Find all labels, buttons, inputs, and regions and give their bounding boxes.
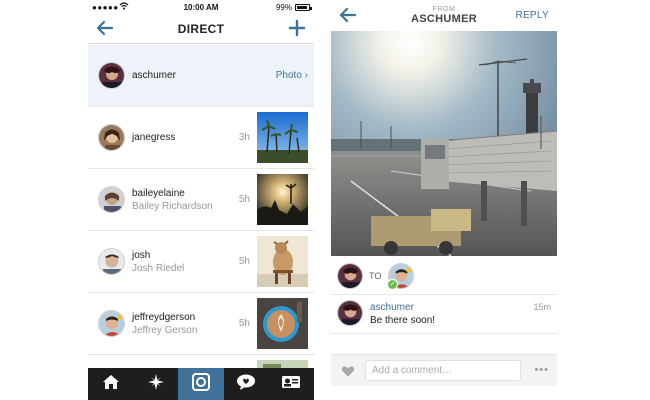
thread-time: 5h xyxy=(238,194,250,205)
comment-time: 15m xyxy=(533,302,551,312)
photo-link[interactable]: Photo › xyxy=(276,70,308,81)
comment-text: Be there soon! xyxy=(370,315,436,326)
avatar xyxy=(98,124,125,151)
new-message-plus-icon[interactable] xyxy=(286,18,308,38)
thread-time: 3h xyxy=(238,132,250,143)
thread-photo-thumbnail[interactable] xyxy=(257,174,308,225)
more-options-button[interactable]: ••• xyxy=(534,364,549,376)
avatar xyxy=(98,310,125,337)
thread-username: baileyelaine xyxy=(132,188,185,199)
recipients-row: TO ✓ xyxy=(331,259,557,295)
comment-username[interactable]: aschumer xyxy=(370,302,414,313)
thread-username: janegress xyxy=(132,132,176,143)
avatar xyxy=(98,62,125,89)
thread-row-baileyelaine[interactable]: baileyelaine Bailey Richardson 5h xyxy=(88,169,314,231)
nav-bar: DIRECT xyxy=(88,14,314,44)
thread-list: aschumer Photo › janegress 3h baileyelai… xyxy=(88,45,314,400)
thread-row-josh[interactable]: josh Josh Riedel 5h xyxy=(88,231,314,293)
activity-icon xyxy=(236,374,256,395)
tab-bar xyxy=(88,368,314,400)
camera-icon xyxy=(192,372,210,396)
thread-time: 5h xyxy=(238,318,250,329)
tab-profile[interactable] xyxy=(269,368,314,400)
battery-icon xyxy=(295,4,312,11)
direct-message-screen: FROM ASCHUMER REPLY TO ✓ aschumer Be the… xyxy=(331,0,557,400)
profile-icon xyxy=(281,375,301,394)
explore-icon xyxy=(147,373,165,396)
direct-inbox-screen: ●●●●● 10:00 AM 99% DIRECT aschumer Photo… xyxy=(88,0,314,400)
comment-bar: ••• xyxy=(331,354,557,386)
thread-photo-thumbnail[interactable] xyxy=(257,112,308,163)
heart-icon[interactable] xyxy=(341,364,355,378)
comment-input[interactable] xyxy=(365,360,521,381)
thread-username: josh xyxy=(132,250,151,261)
reply-button[interactable]: REPLY xyxy=(515,10,549,21)
tab-activity[interactable] xyxy=(224,368,269,400)
home-icon xyxy=(102,374,120,395)
thread-full-name: Josh Riedel xyxy=(132,263,185,274)
tab-home[interactable] xyxy=(88,368,133,400)
thread-row-aschumer[interactable]: aschumer Photo › xyxy=(88,45,314,107)
battery-status: 99% xyxy=(275,3,312,12)
thread-time: 5h xyxy=(238,256,250,267)
message-header: FROM ASCHUMER REPLY xyxy=(331,0,557,31)
to-label: TO xyxy=(369,271,382,281)
battery-percent: 99% xyxy=(275,3,292,12)
thread-username: jeffreydgerson xyxy=(132,312,196,323)
thread-full-name: Bailey Richardson xyxy=(132,201,213,212)
avatar[interactable] xyxy=(337,300,363,326)
avatar xyxy=(98,186,125,213)
thread-row-jeffreydgerson[interactable]: jeffreydgerson Jeffrey Gerson 5h xyxy=(88,293,314,355)
thread-photo-thumbnail[interactable] xyxy=(257,236,308,287)
avatar xyxy=(98,248,125,275)
tab-explore[interactable] xyxy=(133,368,178,400)
sender-avatar[interactable] xyxy=(337,263,363,289)
message-photo[interactable] xyxy=(331,31,557,256)
tab-camera[interactable] xyxy=(178,368,224,400)
thread-full-name: Jeffrey Gerson xyxy=(132,325,198,336)
thread-username: aschumer xyxy=(132,70,176,81)
thread-row-janegress[interactable]: janegress 3h xyxy=(88,107,314,169)
page-title: DIRECT xyxy=(177,22,225,36)
status-bar: ●●●●● 10:00 AM 99% xyxy=(88,0,314,14)
seen-check-icon: ✓ xyxy=(387,279,398,290)
comment-item: aschumer Be there soon! 15m xyxy=(331,296,557,334)
thread-photo-thumbnail[interactable] xyxy=(257,298,308,349)
